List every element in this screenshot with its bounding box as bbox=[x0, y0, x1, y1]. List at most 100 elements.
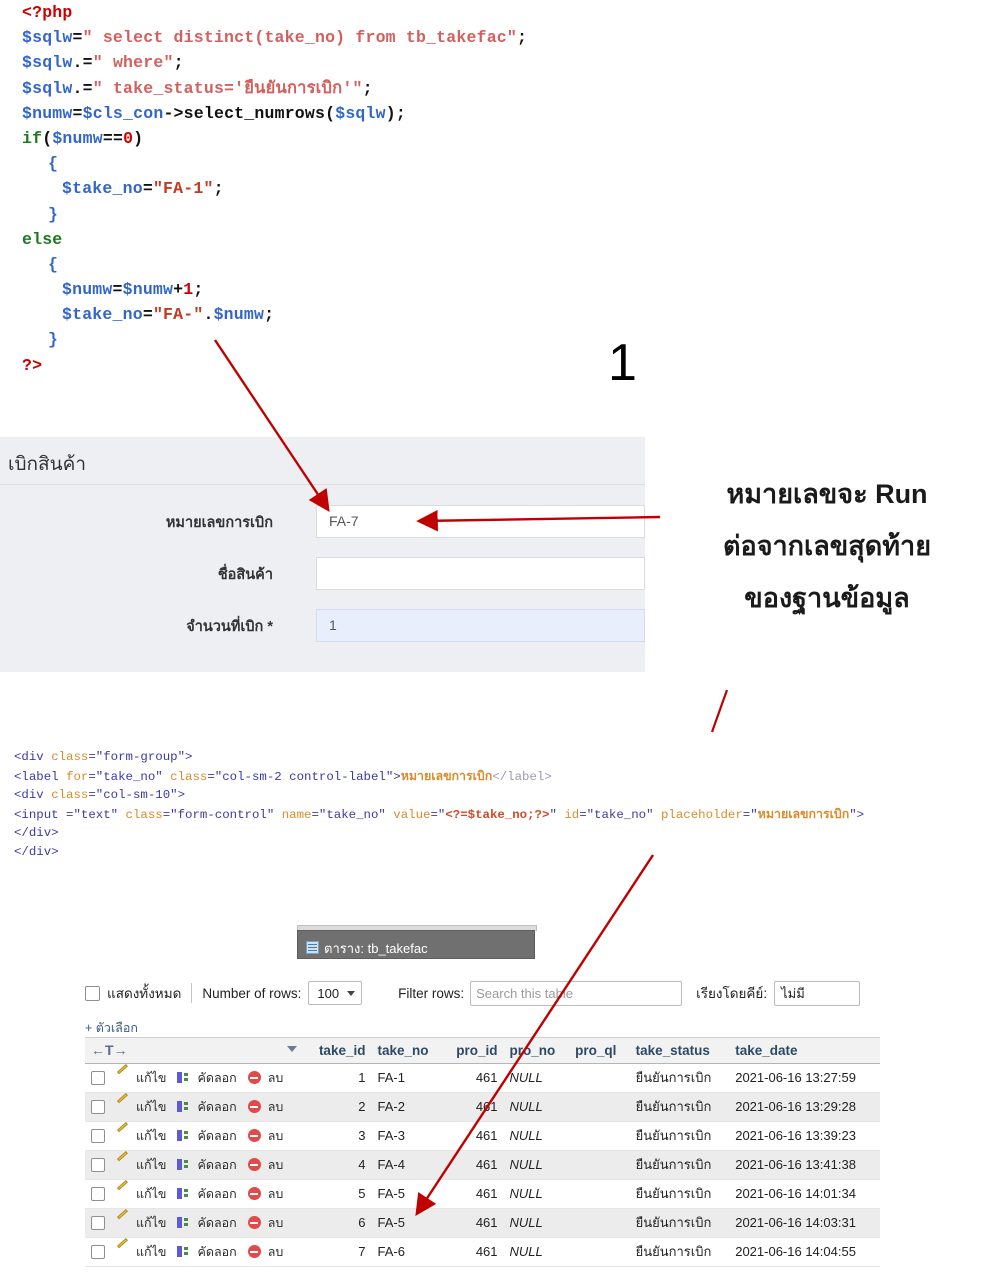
php-token: ; bbox=[173, 53, 184, 73]
delete-icon[interactable] bbox=[247, 1245, 261, 1258]
cell-pro-id: 461 bbox=[443, 1208, 504, 1238]
chevron-down-icon bbox=[347, 990, 356, 996]
copy-icon[interactable] bbox=[177, 1216, 190, 1229]
cell-pro-no: NULL bbox=[503, 1092, 570, 1122]
row-select-checkbox[interactable] bbox=[91, 1157, 105, 1172]
delete-icon[interactable] bbox=[247, 1187, 261, 1200]
table-header-pro-no[interactable]: pro_no bbox=[503, 1037, 570, 1064]
table-header-nav: ←T→ bbox=[85, 1037, 305, 1064]
row-select-checkbox[interactable] bbox=[91, 1128, 105, 1143]
cell-take-no: FA-2 bbox=[371, 1092, 444, 1122]
edit-link[interactable]: แก้ไข bbox=[136, 1097, 166, 1117]
number-of-rows-select[interactable]: 100 bbox=[308, 981, 363, 1005]
table-header-pro-ql[interactable]: pro_ql bbox=[569, 1037, 630, 1064]
copy-icon[interactable] bbox=[177, 1187, 190, 1200]
cell-pro-ql bbox=[569, 1208, 630, 1238]
edit-icon[interactable] bbox=[116, 1245, 129, 1258]
table-header-row: ←T→ take_id take_no pro_id pro_no pro_ql… bbox=[85, 1037, 880, 1064]
edit-icon[interactable] bbox=[116, 1216, 129, 1229]
delete-link[interactable]: ลบ bbox=[268, 1213, 284, 1233]
table-header-take-no[interactable]: take_no bbox=[371, 1037, 444, 1064]
edit-icon[interactable] bbox=[116, 1071, 129, 1084]
delete-icon[interactable] bbox=[247, 1071, 261, 1084]
input-product-name[interactable] bbox=[316, 557, 645, 590]
delete-icon[interactable] bbox=[247, 1129, 261, 1142]
php-code-line: { bbox=[0, 252, 660, 277]
php-token: select_numrows bbox=[183, 103, 326, 123]
edit-icon[interactable] bbox=[116, 1158, 129, 1171]
show-all-checkbox[interactable] bbox=[85, 985, 100, 1001]
edit-link[interactable]: แก้ไข bbox=[136, 1126, 166, 1146]
annotation-line-2: ต่อจากเลขสุดท้าย bbox=[722, 531, 932, 561]
copy-icon[interactable] bbox=[177, 1100, 190, 1113]
cell-take-date: 2021-06-16 14:01:34 bbox=[729, 1179, 880, 1209]
delete-icon[interactable] bbox=[247, 1100, 261, 1113]
copy-link[interactable]: คัดลอก bbox=[197, 1155, 236, 1175]
cell-pro-id: 461 bbox=[443, 1150, 504, 1180]
edit-link[interactable]: แก้ไข bbox=[136, 1155, 166, 1175]
row-select-checkbox[interactable] bbox=[91, 1244, 105, 1259]
delete-link[interactable]: ลบ bbox=[268, 1184, 284, 1204]
filter-rows-input[interactable]: Search this table bbox=[470, 980, 683, 1006]
sort-by-key-select[interactable]: ไม่มี bbox=[774, 980, 861, 1006]
table-row[interactable]: แก้ไข คัดลอก ลบ 7 FA-6 461 NULL ยืนยันการเบิก 20… bbox=[85, 1237, 880, 1267]
php-code-line: ?> bbox=[0, 353, 660, 378]
input-quantity[interactable]: 1 bbox=[316, 609, 645, 642]
delete-link[interactable]: ลบ bbox=[268, 1242, 284, 1262]
table-row[interactable]: แก้ไข คัดลอก ลบ 5 FA-5 461 NULL ยืนยันการเบิก 20… bbox=[85, 1179, 880, 1209]
cell-take-no: FA-1 bbox=[371, 1063, 444, 1093]
php-token: ( bbox=[325, 103, 336, 123]
row-select-checkbox[interactable] bbox=[91, 1099, 105, 1114]
delete-link[interactable]: ลบ bbox=[268, 1155, 284, 1175]
table-row[interactable]: แก้ไข คัดลอก ลบ 1 FA-1 461 NULL ยืนยันการเบิก 20… bbox=[85, 1063, 880, 1093]
php-token: = bbox=[72, 28, 83, 48]
copy-icon[interactable] bbox=[177, 1158, 190, 1171]
table-row[interactable]: แก้ไข คัดลอก ลบ 2 FA-2 461 NULL ยืนยันการเบิก 20… bbox=[85, 1092, 880, 1122]
table-tab[interactable]: ตาราง: tb_takefac bbox=[297, 930, 535, 959]
input-take-no[interactable]: FA-7 bbox=[316, 505, 645, 538]
delete-link[interactable]: ลบ bbox=[268, 1126, 284, 1146]
table-header-pro-id[interactable]: pro_id bbox=[443, 1037, 504, 1064]
edit-link[interactable]: แก้ไข bbox=[136, 1068, 166, 1088]
row-select-checkbox[interactable] bbox=[91, 1070, 105, 1085]
delete-link[interactable]: ลบ bbox=[268, 1097, 284, 1117]
table-row[interactable]: แก้ไข คัดลอก ลบ 3 FA-3 461 NULL ยืนยันการเบิก 20… bbox=[85, 1121, 880, 1151]
label-quantity: จำนวนที่เบิก * bbox=[186, 619, 273, 635]
copy-icon[interactable] bbox=[177, 1071, 190, 1084]
edit-link[interactable]: แก้ไข bbox=[136, 1213, 166, 1233]
php-token: + bbox=[173, 280, 184, 300]
php-token: = bbox=[142, 179, 153, 199]
edit-link[interactable]: แก้ไข bbox=[136, 1242, 166, 1262]
table-header-take-id[interactable]: take_id bbox=[305, 1037, 372, 1064]
copy-icon[interactable] bbox=[177, 1245, 190, 1258]
php-token: $take_no bbox=[62, 179, 143, 199]
chevron-down-icon[interactable] bbox=[287, 1046, 297, 1052]
row-actions-cell: แก้ไข คัดลอก ลบ bbox=[85, 1092, 305, 1122]
copy-link[interactable]: คัดลอก bbox=[197, 1213, 236, 1233]
cell-pro-id: 461 bbox=[443, 1063, 504, 1093]
edit-link[interactable]: แก้ไข bbox=[136, 1184, 166, 1204]
cell-take-status: ยืนยันการเบิก bbox=[629, 1063, 730, 1093]
copy-link[interactable]: คัดลอก bbox=[197, 1184, 236, 1204]
edit-icon[interactable] bbox=[116, 1187, 129, 1200]
annotation-line-1: หมายเลขจะ Run bbox=[726, 479, 928, 509]
edit-icon[interactable] bbox=[116, 1100, 129, 1113]
copy-icon[interactable] bbox=[177, 1129, 190, 1142]
copy-link[interactable]: คัดลอก bbox=[197, 1126, 236, 1146]
row-select-checkbox[interactable] bbox=[91, 1215, 105, 1230]
sort-nav-icons[interactable]: ←T→ bbox=[91, 1042, 128, 1058]
php-token: = bbox=[112, 280, 123, 300]
row-select-checkbox[interactable] bbox=[91, 1186, 105, 1201]
options-toggle-link[interactable]: + ตัวเลือก bbox=[85, 1018, 138, 1038]
copy-link[interactable]: คัดลอก bbox=[197, 1242, 236, 1262]
table-header-take-status[interactable]: take_status bbox=[629, 1037, 730, 1064]
delete-link[interactable]: ลบ bbox=[268, 1068, 284, 1088]
delete-icon[interactable] bbox=[247, 1216, 261, 1229]
edit-icon[interactable] bbox=[116, 1129, 129, 1142]
copy-link[interactable]: คัดลอก bbox=[197, 1068, 236, 1088]
table-header-take-date[interactable]: take_date bbox=[729, 1037, 880, 1064]
table-row[interactable]: แก้ไข คัดลอก ลบ 6 FA-5 461 NULL ยืนยันการเบิก 20… bbox=[85, 1208, 880, 1238]
copy-link[interactable]: คัดลอก bbox=[197, 1097, 236, 1117]
delete-icon[interactable] bbox=[247, 1158, 261, 1171]
table-row[interactable]: แก้ไข คัดลอก ลบ 4 FA-4 461 NULL ยืนยันการเบิก 20… bbox=[85, 1150, 880, 1180]
